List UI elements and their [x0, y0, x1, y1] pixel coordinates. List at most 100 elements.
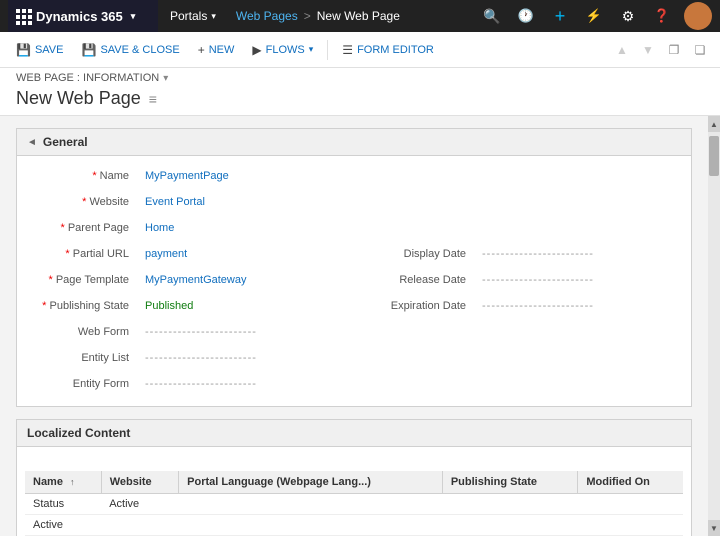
scrollbar-thumb-area — [708, 132, 720, 520]
page-template-label: Page Template — [17, 270, 137, 290]
flows-button[interactable]: ▶ FLOWS ▾ — [244, 36, 321, 64]
toolbar-right-actions: ▲ ▼ ❐ ❏ — [610, 38, 712, 62]
name-value[interactable]: MyPaymentPage — [137, 166, 354, 186]
page-template-col-left: Page Template MyPaymentGateway — [17, 270, 354, 290]
cell-active: Active — [25, 515, 101, 536]
partial-url-col-left: Partial URL payment — [17, 244, 354, 264]
publishing-state-row: Publishing State Published Expiration Da… — [17, 294, 691, 320]
name-label: Name — [17, 166, 137, 186]
table-row[interactable]: Active — [25, 515, 683, 536]
publishing-state-label: Publishing State — [17, 296, 137, 316]
form-editor-button[interactable]: ☰ FORM EDITOR — [334, 36, 442, 64]
new-button[interactable]: + NEW — [190, 36, 243, 64]
general-section: ◄ General Name MyPaymentPage Website Ev — [16, 128, 692, 407]
flows-chevron: ▾ — [309, 44, 314, 55]
new-label: NEW — [209, 44, 235, 56]
general-section-header[interactable]: ◄ General — [17, 129, 691, 156]
expiration-date-value: ------------------------ — [474, 296, 691, 316]
col-name-label: Name — [33, 476, 63, 488]
next-record-button[interactable]: ▼ — [636, 38, 660, 62]
filter-icon-btn[interactable]: ⚡ — [578, 0, 610, 32]
entity-list-label: Entity List — [17, 348, 137, 368]
name-row: Name MyPaymentPage — [17, 164, 691, 190]
cell-active-website — [101, 515, 178, 536]
topbar: Dynamics 365 ▾ Portals ▾ Web Pages > New… — [0, 0, 720, 32]
entity-list-col: Entity List ------------------------ — [17, 348, 354, 368]
col-publishing-state[interactable]: Publishing State — [442, 471, 578, 494]
avatar[interactable] — [684, 2, 712, 30]
cell-status-pub — [442, 494, 578, 515]
save-close-label: SAVE & CLOSE — [100, 44, 179, 56]
settings-icon-btn[interactable]: ⚙ — [612, 0, 644, 32]
page-menu-icon[interactable]: ≡ — [149, 91, 157, 107]
page-title-text: New Web Page — [16, 88, 141, 109]
expand-button[interactable]: ❏ — [688, 38, 712, 62]
cell-status-website: Active — [101, 494, 178, 515]
parent-page-label: Parent Page — [17, 218, 137, 238]
filter-icon: ⚡ — [586, 8, 602, 24]
apps-icon — [16, 9, 30, 23]
search-icon: 🔍 — [483, 8, 500, 25]
page-template-row: Page Template MyPaymentGateway Release D… — [17, 268, 691, 294]
col-publishing-state-label: Publishing State — [451, 476, 537, 488]
breadcrumb-webpages[interactable]: Web Pages — [236, 9, 298, 23]
brand-area[interactable]: Dynamics 365 ▾ — [8, 0, 158, 32]
partial-url-label: Partial URL — [17, 244, 137, 264]
help-icon-btn[interactable]: ❓ — [646, 0, 678, 32]
web-form-row: Web Form ------------------------ — [17, 320, 691, 346]
entity-list-value: ------------------------ — [137, 348, 354, 368]
web-form-col: Web Form ------------------------ — [17, 322, 354, 342]
localized-section-header[interactable]: Localized Content — [17, 420, 691, 447]
save-close-button[interactable]: 💾 SAVE & CLOSE — [73, 36, 187, 64]
table-row[interactable]: Status Active — [25, 494, 683, 515]
save-label: SAVE — [35, 44, 64, 56]
web-form-value: ------------------------ — [137, 322, 354, 342]
expiration-date-col: Expiration Date ------------------------ — [354, 296, 691, 316]
release-date-col: Release Date ------------------------ — [354, 270, 691, 290]
save-close-icon: 💾 — [81, 43, 96, 57]
page-header: WEB PAGE : INFORMATION ▾ New Web Page ≡ — [0, 68, 720, 116]
nav-portals[interactable]: Portals ▾ — [158, 0, 228, 32]
prev-record-button[interactable]: ▲ — [610, 38, 634, 62]
general-section-body: Name MyPaymentPage Website Event Portal — [17, 156, 691, 406]
localized-section-title: Localized Content — [27, 426, 130, 440]
expiration-date-label: Expiration Date — [354, 296, 474, 316]
page-template-value[interactable]: MyPaymentGateway — [137, 270, 354, 290]
parent-page-value[interactable]: Home — [137, 218, 354, 238]
release-date-value: ------------------------ — [474, 270, 691, 290]
content-area: ◄ General Name MyPaymentPage Website Ev — [0, 116, 720, 536]
cell-active-lang — [179, 515, 443, 536]
web-form-label: Web Form — [17, 322, 137, 342]
right-scrollbar[interactable]: ▲ ▼ — [708, 116, 720, 536]
new-icon-btn[interactable]: + — [544, 0, 576, 32]
page-info-label: WEB PAGE : INFORMATION — [16, 72, 159, 84]
localized-content-section: Localized Content Name ↑ Website — [16, 419, 692, 536]
collapse-button[interactable]: ❐ — [662, 38, 686, 62]
publishing-state-col-left: Publishing State Published — [17, 296, 354, 316]
breadcrumb: Web Pages > New Web Page — [228, 9, 476, 23]
scrollbar-thumb[interactable] — [709, 136, 719, 176]
page-info-bar: WEB PAGE : INFORMATION ▾ — [16, 72, 704, 84]
entity-list-row: Entity List ------------------------ — [17, 346, 691, 372]
breadcrumb-current: New Web Page — [317, 9, 400, 23]
save-button[interactable]: 💾 SAVE — [8, 36, 71, 64]
website-value[interactable]: Event Portal — [137, 192, 354, 212]
entity-form-value: ------------------------ — [137, 374, 354, 394]
table-header-row: Name ↑ Website Portal Language (Webpage … — [25, 471, 683, 494]
scrollbar-down-btn[interactable]: ▼ — [708, 520, 720, 536]
col-name[interactable]: Name ↑ — [25, 471, 101, 494]
clock-icon: 🕐 — [518, 8, 534, 24]
cell-status-lang — [179, 494, 443, 515]
page-info-chevron[interactable]: ▾ — [163, 73, 168, 84]
col-modified-on[interactable]: Modified On — [578, 471, 683, 494]
recent-icon-btn[interactable]: 🕐 — [510, 0, 542, 32]
col-modified-on-label: Modified On — [586, 476, 650, 488]
website-col-left: Website Event Portal — [17, 192, 354, 212]
scrollbar-up-btn[interactable]: ▲ — [708, 116, 720, 132]
col-portal-language[interactable]: Portal Language (Webpage Lang...) — [179, 471, 443, 494]
nav-portals-label: Portals — [170, 9, 207, 23]
flows-icon: ▶ — [252, 43, 261, 57]
entity-form-label: Entity Form — [17, 374, 137, 394]
col-website[interactable]: Website — [101, 471, 178, 494]
search-icon-btn[interactable]: 🔍 — [476, 0, 508, 32]
